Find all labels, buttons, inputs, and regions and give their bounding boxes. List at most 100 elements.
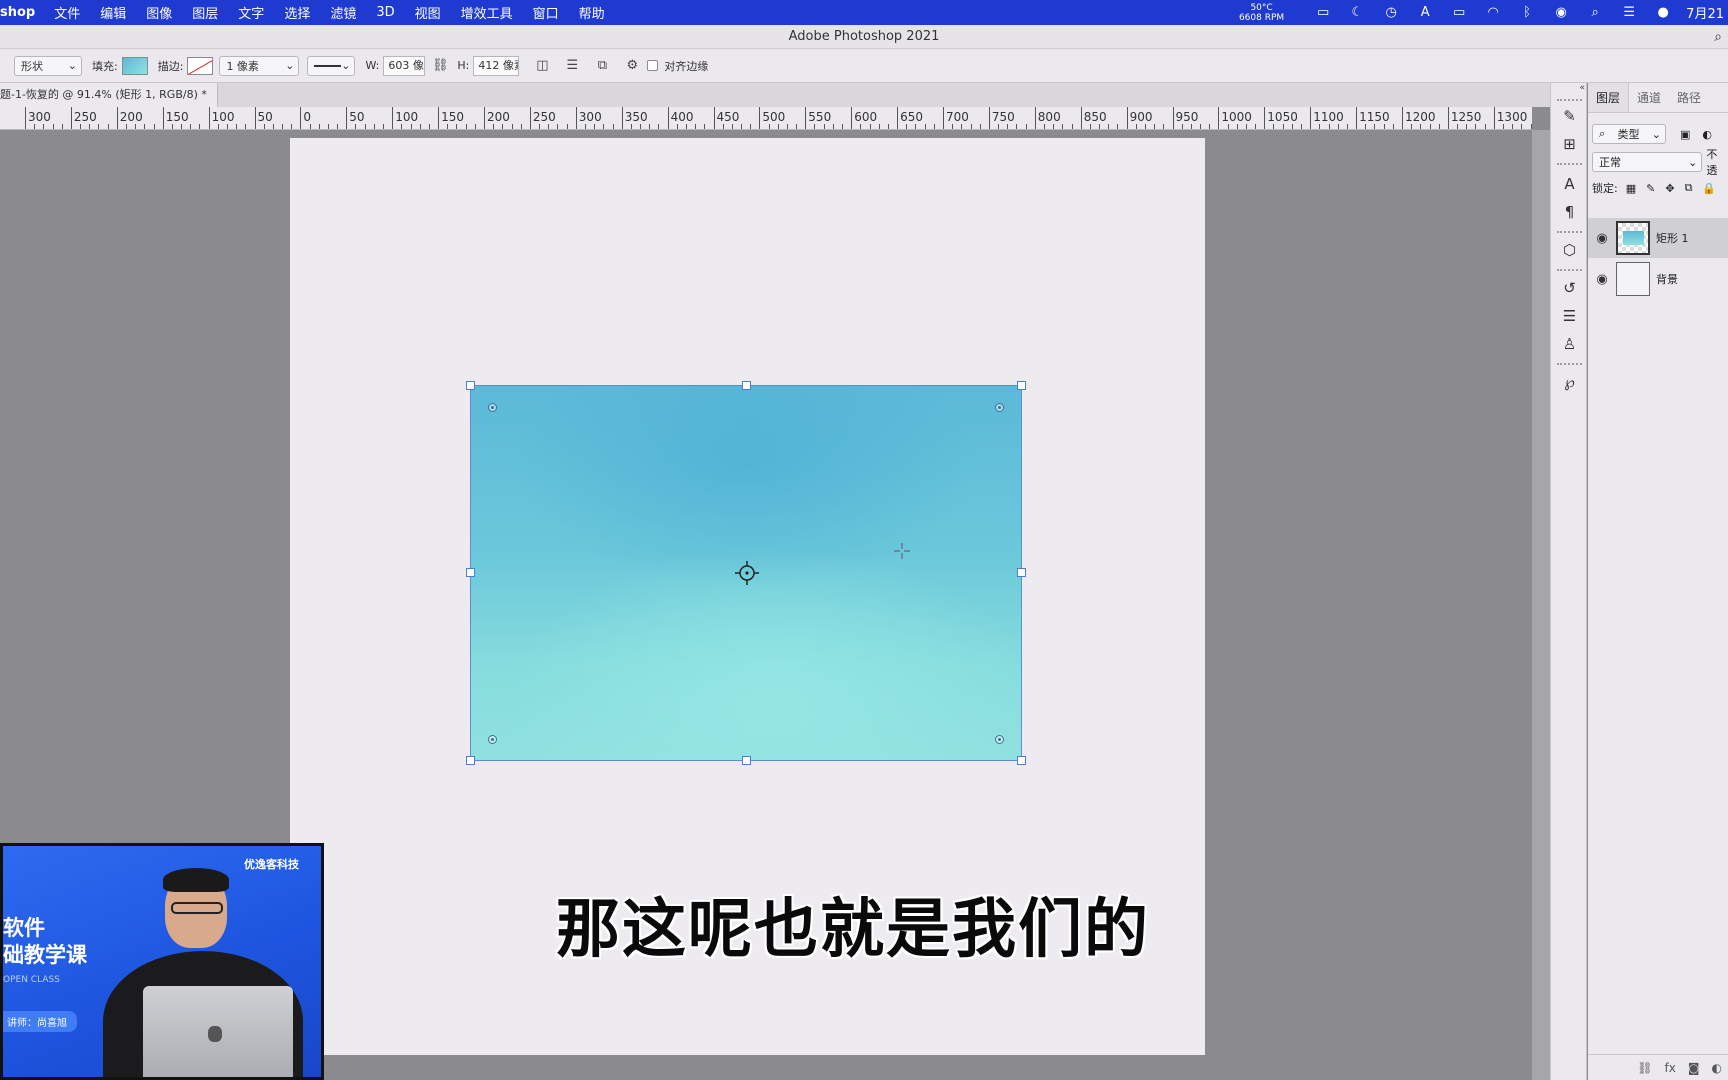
- menu-select[interactable]: 选择: [274, 3, 320, 22]
- ruler-tick: [667, 107, 669, 129]
- app-menu[interactable]: shop: [0, 5, 44, 20]
- bluetooth-icon[interactable]: ᛒ: [1510, 5, 1544, 20]
- corner-radius-handle-br[interactable]: [995, 735, 1004, 744]
- transform-handle-bl[interactable]: [466, 756, 475, 765]
- lock-transparent-icon[interactable]: ▦: [1626, 182, 1636, 195]
- tab-paths[interactable]: 路径: [1669, 83, 1709, 112]
- ruler-tick: [1493, 107, 1495, 129]
- ruler-label: 1150: [1359, 110, 1390, 124]
- align-edges-checkbox[interactable]: [647, 60, 659, 71]
- menu-image[interactable]: 图像: [136, 3, 182, 22]
- tab-channels[interactable]: 通道: [1629, 83, 1669, 112]
- lock-row: 锁定: ▦ ✎ ✥ ⧉ 🔒: [1592, 177, 1716, 199]
- corner-radius-handle-bl[interactable]: [488, 735, 497, 744]
- tab-layers[interactable]: 图层: [1588, 83, 1630, 112]
- wifi-icon[interactable]: ◠: [1476, 5, 1510, 20]
- adjustment-layer-icon[interactable]: ◐: [1712, 1061, 1722, 1075]
- display-icon[interactable]: ▭: [1306, 5, 1340, 20]
- ruler-label: 250: [73, 110, 97, 124]
- image-filter-icon[interactable]: ▣: [1680, 128, 1690, 141]
- adjustments-icon[interactable]: ☰: [1557, 305, 1582, 327]
- menu-plugins[interactable]: 增效工具: [451, 3, 523, 22]
- path-alignment-icon[interactable]: ☰: [561, 58, 583, 73]
- transform-handle-r[interactable]: [1017, 568, 1026, 577]
- adjustment-filter-icon[interactable]: ◐: [1702, 128, 1712, 141]
- layer-filter-select[interactable]: ⌕ 类型 ⌄: [1592, 124, 1666, 144]
- paragraph-icon[interactable]: ¶: [1557, 201, 1582, 223]
- menu-type[interactable]: 文字: [228, 3, 274, 22]
- menubar-date[interactable]: 7月21: [1680, 3, 1728, 22]
- siri-icon[interactable]: ●: [1646, 5, 1680, 20]
- menu-layer[interactable]: 图层: [182, 3, 228, 22]
- time-machine-icon[interactable]: ◷: [1374, 5, 1408, 20]
- search-icon[interactable]: ⌕: [1714, 25, 1722, 49]
- blend-mode-select[interactable]: 正常 ⌄: [1592, 152, 1703, 172]
- gear-icon[interactable]: ⚙: [621, 58, 643, 73]
- layer-filter-value: 类型: [1617, 128, 1640, 141]
- system-monitor[interactable]: 50°C 6608 RPM: [1239, 3, 1284, 23]
- lock-position-icon[interactable]: ✥: [1665, 182, 1674, 195]
- eye-icon[interactable]: ◉: [1588, 272, 1616, 287]
- lock-label: 锁定:: [1592, 182, 1618, 195]
- horizontal-ruler[interactable]: 300 250 200 150 100 50 0 50 100 150 200 250 300 350 40…: [0, 107, 1532, 130]
- mask-icon[interactable]: ◙: [1688, 1061, 1700, 1075]
- input-method-icon[interactable]: A: [1408, 5, 1442, 20]
- chevron-down-icon: ⌄: [1688, 155, 1698, 169]
- path-arrangement-icon[interactable]: ⧉: [591, 58, 613, 73]
- lock-all-icon[interactable]: 🔒: [1702, 182, 1716, 195]
- path-operations-icon[interactable]: ◫: [531, 58, 553, 73]
- ruler-label: 300: [578, 110, 602, 124]
- collapse-panels-icon[interactable]: «: [1551, 83, 1588, 95]
- layer-thumbnail: [1616, 221, 1650, 255]
- ruler-label: 850: [1083, 110, 1107, 124]
- menu-edit[interactable]: 编辑: [90, 3, 136, 22]
- stroke-type-select[interactable]: ⌄: [307, 55, 356, 76]
- menu-file[interactable]: 文件: [44, 3, 90, 22]
- brush-settings-icon[interactable]: ✎: [1557, 105, 1582, 127]
- document-tab[interactable]: 题-1-恢复的 @ 91.4% (矩形 1, RGB/8) *: [0, 83, 218, 107]
- history-icon[interactable]: ↺: [1557, 277, 1582, 299]
- reference-point-icon[interactable]: [735, 561, 759, 585]
- height-input[interactable]: 412 像素: [473, 55, 520, 76]
- moon-icon[interactable]: ☾: [1340, 5, 1374, 20]
- layer-row[interactable]: ◉ 背景: [1588, 259, 1728, 299]
- transform-handle-br[interactable]: [1017, 756, 1026, 765]
- link-layers-icon[interactable]: ⛓: [1637, 1061, 1652, 1075]
- fx-icon[interactable]: fx: [1665, 1061, 1676, 1075]
- layer-row[interactable]: ◉ 矩形 1: [1588, 218, 1728, 258]
- battery-icon[interactable]: ▭: [1442, 5, 1476, 20]
- menu-view[interactable]: 视图: [405, 3, 451, 22]
- lock-image-icon[interactable]: ✎: [1646, 182, 1655, 195]
- width-input[interactable]: 603 像素: [383, 55, 426, 76]
- tool-mode-select[interactable]: 形状 ⌄: [14, 55, 82, 76]
- transform-handle-l[interactable]: [466, 568, 475, 577]
- corner-radius-handle-tr[interactable]: [995, 403, 1004, 412]
- link-icon[interactable]: ⛓: [429, 58, 451, 73]
- transform-handle-b[interactable]: [742, 756, 751, 765]
- 3d-icon[interactable]: ⬡: [1557, 239, 1582, 261]
- menu-window[interactable]: 窗口: [523, 3, 569, 22]
- character-icon[interactable]: A: [1557, 173, 1582, 195]
- transform-handle-t[interactable]: [742, 381, 751, 390]
- search-icon[interactable]: ⌕: [1578, 5, 1612, 20]
- stroke-swatch[interactable]: [187, 56, 214, 75]
- menu-filter[interactable]: 滤镜: [320, 3, 366, 22]
- video-subtitle: 那这呢也就是我们的: [556, 893, 1150, 967]
- transform-handle-tl[interactable]: [466, 381, 475, 390]
- menu-3d[interactable]: 3D: [366, 5, 404, 20]
- user-icon[interactable]: ◉: [1544, 5, 1578, 20]
- transform-handle-tr[interactable]: [1017, 381, 1026, 390]
- fill-swatch[interactable]: [121, 56, 148, 75]
- paths-icon[interactable]: ℘: [1557, 371, 1582, 393]
- menu-help[interactable]: 帮助: [569, 3, 615, 22]
- vertical-scrollbar[interactable]: [1532, 130, 1550, 1080]
- eye-icon[interactable]: ◉: [1588, 231, 1616, 246]
- lock-artboard-icon[interactable]: ⧉: [1685, 181, 1693, 195]
- brushes-icon[interactable]: ⊞: [1557, 133, 1582, 155]
- corner-radius-handle-tl[interactable]: [488, 403, 497, 412]
- actions-icon[interactable]: ♙: [1557, 333, 1582, 355]
- presenter-glasses: [171, 902, 223, 914]
- control-center-icon[interactable]: ☰: [1612, 5, 1646, 20]
- stroke-width-select[interactable]: 1 像素 ⌄: [219, 55, 300, 76]
- ruler-tick: [575, 107, 577, 129]
